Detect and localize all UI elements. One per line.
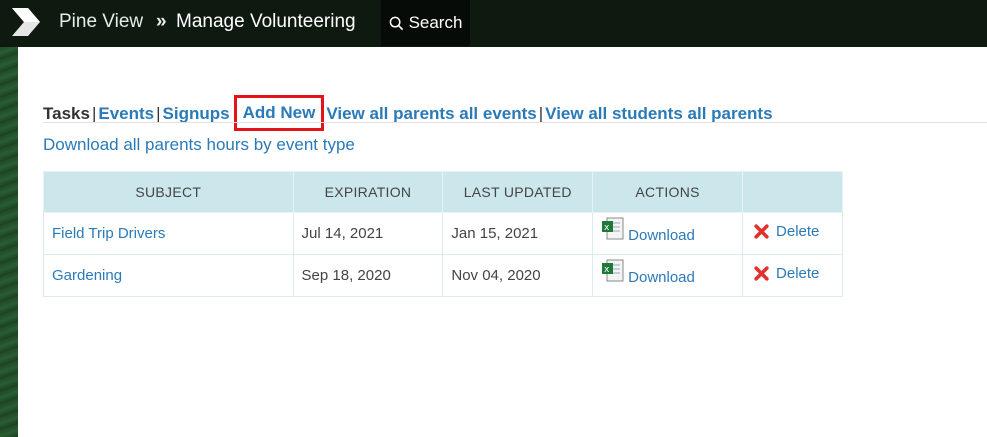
cell-expiration: Sep 18, 2020	[292, 254, 444, 297]
cell-last-updated: Jan 15, 2021	[442, 212, 594, 255]
search-button[interactable]: Search	[381, 0, 470, 46]
chevron-logo-icon[interactable]	[10, 6, 42, 38]
header-actions: ACTIONS	[592, 171, 744, 213]
nav-pipe: |	[91, 104, 97, 123]
cell-delete: Delete	[742, 212, 843, 255]
delete-label: Delete	[776, 223, 820, 240]
cell-download: x Download	[592, 254, 744, 297]
nav-tasks: Tasks	[43, 104, 90, 123]
download-link[interactable]: x Download	[601, 217, 695, 244]
subject-link[interactable]: Gardening	[52, 267, 122, 284]
excel-file-icon: x	[602, 217, 624, 239]
nav-signups[interactable]: Signups	[163, 104, 230, 123]
nav-add-new[interactable]: Add New	[233, 95, 325, 131]
cell-download: x Download	[592, 212, 744, 255]
cell-delete: Delete	[742, 254, 843, 297]
nav-pipe: |	[156, 104, 161, 123]
subject-link[interactable]: Field Trip Drivers	[52, 225, 165, 242]
svg-text:x: x	[604, 265, 610, 275]
delete-link[interactable]: Delete	[751, 223, 819, 240]
table-row: Gardening Sep 18, 2020 Nov 04, 2020 x Do…	[43, 254, 843, 297]
top-bar: Pine View » Manage Volunteering Search	[0, 0, 987, 47]
download-label: Download	[628, 268, 695, 286]
delete-label: Delete	[776, 265, 820, 282]
tasks-table: SUBJECT EXPIRATION LAST UPDATED ACTIONS …	[43, 171, 843, 297]
search-label: Search	[408, 13, 463, 32]
cell-subject: Gardening	[43, 254, 294, 297]
delete-link[interactable]: Delete	[751, 265, 819, 282]
header-expiration[interactable]: EXPIRATION	[292, 171, 444, 213]
table-row: Field Trip Drivers Jul 14, 2021 Jan 15, …	[43, 212, 843, 255]
download-label: Download	[628, 226, 695, 244]
nav-pipe: |	[538, 104, 544, 123]
delete-x-icon	[754, 224, 769, 239]
table-header-row: SUBJECT EXPIRATION LAST UPDATED ACTIONS	[43, 171, 843, 213]
breadcrumb-home[interactable]: Pine View	[59, 11, 143, 33]
breadcrumb-separator: »	[156, 11, 167, 32]
nav-divider	[43, 122, 987, 123]
excel-file-icon: x	[602, 259, 624, 281]
cell-expiration: Jul 14, 2021	[292, 212, 444, 255]
cell-subject: Field Trip Drivers	[43, 212, 294, 255]
volunteer-nav: Tasks | Events | Signups Add New View all pare…	[43, 95, 773, 132]
left-decorative-strip	[0, 47, 18, 437]
header-blank	[742, 171, 843, 213]
nav-view-all-students[interactable]: View all students all parents	[545, 104, 772, 123]
download-link[interactable]: x Download	[601, 259, 695, 286]
page-title: Manage Volunteering	[176, 11, 356, 32]
cell-last-updated: Nov 04, 2020	[442, 254, 594, 297]
search-icon	[389, 16, 403, 30]
header-last-updated[interactable]: LAST UPDATED	[442, 171, 594, 213]
header-subject[interactable]: SUBJECT	[43, 171, 294, 213]
nav-events[interactable]: Events	[98, 104, 154, 123]
svg-text:x: x	[604, 223, 610, 233]
download-all-hours-link[interactable]: Download all parents hours by event type	[43, 135, 355, 155]
delete-x-icon	[754, 266, 769, 281]
nav-view-all-parents[interactable]: View all parents all events	[326, 104, 536, 123]
